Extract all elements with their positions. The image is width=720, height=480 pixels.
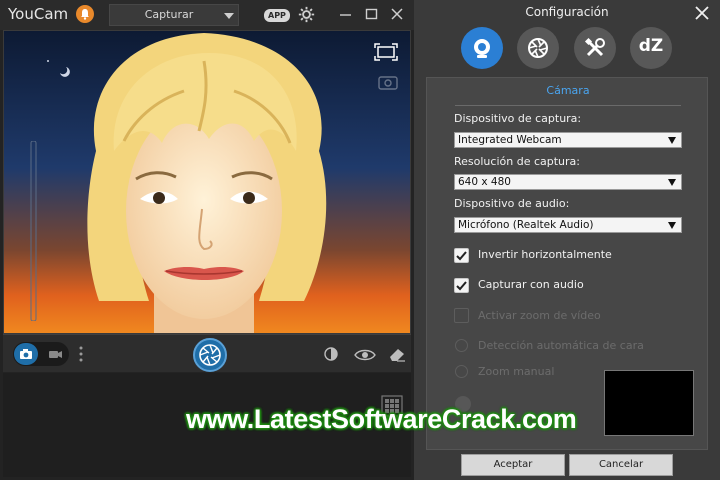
close-icon[interactable]	[694, 5, 710, 25]
minimize-icon[interactable]	[338, 6, 354, 22]
cancel-button[interactable]: Cancelar	[569, 454, 673, 476]
shutter-button[interactable]	[193, 338, 227, 372]
capture-device-label: Dispositivo de captura:	[454, 112, 582, 125]
app-badge[interactable]: APP	[264, 9, 290, 22]
flip-checkbox[interactable]	[454, 248, 469, 263]
tab-dz[interactable]: dZ	[630, 27, 672, 69]
capture-resolution-label: Resolución de captura:	[454, 155, 580, 168]
video-zoom-checkbox[interactable]	[454, 308, 469, 323]
chevron-down-icon	[224, 13, 234, 19]
webcam-image	[4, 31, 410, 333]
aperture-icon	[528, 38, 548, 58]
eraser-icon[interactable]	[388, 346, 406, 366]
audio-device-value: Micrófono (Realtek Audio)	[458, 219, 594, 231]
tab-tools[interactable]	[574, 27, 616, 69]
zoom-slider[interactable]	[28, 141, 38, 321]
camera-switch-icon[interactable]	[376, 73, 400, 95]
mode-select[interactable]: Capturar	[109, 4, 239, 26]
check-icon	[456, 281, 467, 291]
video-mode-button[interactable]	[43, 343, 67, 365]
tab-effects[interactable]	[517, 27, 559, 69]
chevron-down-icon	[668, 137, 676, 144]
capture-resolution-value: 640 x 480	[458, 176, 511, 188]
camera-icon	[20, 349, 32, 359]
video-zoom-label: Activar zoom de vídeo	[478, 309, 601, 322]
camera-settings-panel: Cámara Dispositivo de captura: Integrate…	[426, 77, 708, 450]
camera-preview	[3, 30, 411, 334]
ok-button[interactable]: Aceptar	[461, 454, 565, 476]
shutter-icon	[199, 344, 221, 366]
check-icon	[456, 251, 467, 261]
face-detect-radio[interactable]	[455, 339, 468, 352]
capture-device-select[interactable]: Integrated Webcam	[454, 132, 682, 148]
capture-audio-checkbox[interactable]	[454, 278, 469, 293]
dz-label: dZ	[638, 36, 664, 56]
mode-select-value: Capturar	[144, 8, 194, 21]
zoom-preview	[604, 370, 694, 436]
photo-mode-button[interactable]	[14, 343, 38, 365]
manual-zoom-radio[interactable]	[455, 365, 468, 378]
video-camera-icon	[49, 351, 62, 358]
close-icon[interactable]	[389, 6, 405, 22]
section-title: Cámara	[455, 84, 681, 106]
manual-zoom-label: Zoom manual	[478, 365, 555, 378]
title-bar: YouCam Capturar APP	[0, 0, 414, 30]
capture-mode-toggle[interactable]	[13, 342, 69, 366]
app-title: YouCam	[8, 5, 69, 23]
more-icon[interactable]	[79, 346, 83, 362]
face-detect-label: Detección automática de cara	[478, 339, 644, 352]
eye-icon[interactable]	[354, 347, 376, 366]
flip-label: Invertir horizontalmente	[478, 248, 612, 261]
watermark-text: www.LatestSoftwareCrack.com	[186, 404, 577, 434]
capture-resolution-select[interactable]: 640 x 480	[454, 174, 682, 190]
maximize-icon[interactable]	[364, 6, 380, 22]
tools-icon	[584, 37, 605, 57]
notification-icon[interactable]	[76, 5, 94, 23]
chevron-down-icon	[668, 179, 676, 186]
tab-camera[interactable]	[461, 27, 503, 69]
capture-controls	[3, 334, 411, 372]
capture-audio-label: Capturar con audio	[478, 278, 584, 291]
dialog-title: Configuración	[525, 5, 609, 19]
capture-device-value: Integrated Webcam	[458, 134, 562, 146]
gear-icon[interactable]	[298, 6, 315, 27]
audio-device-select[interactable]: Micrófono (Realtek Audio)	[454, 217, 682, 233]
audio-device-label: Dispositivo de audio:	[454, 197, 570, 210]
chevron-down-icon	[668, 222, 676, 229]
face-tool-icon[interactable]	[323, 346, 339, 366]
fullscreen-icon[interactable]	[374, 43, 398, 65]
webcam-icon	[474, 39, 490, 58]
